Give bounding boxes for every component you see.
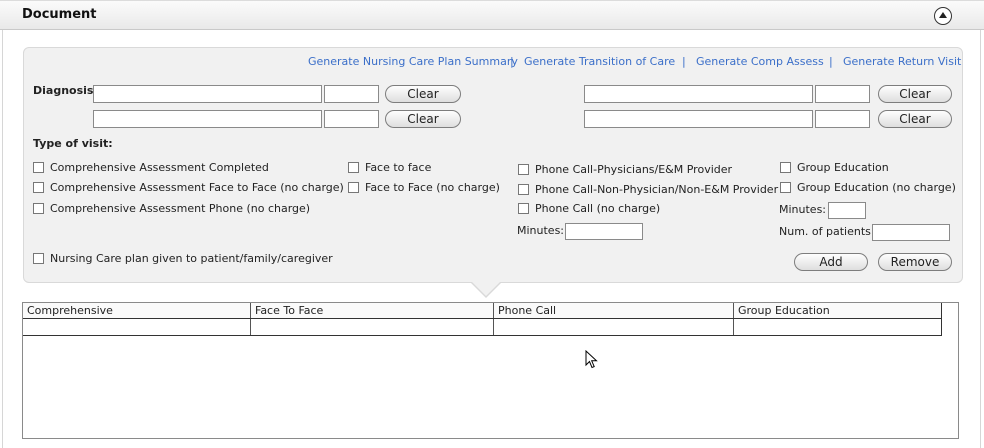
phone-call-no-charge-checkbox[interactable] — [518, 203, 529, 214]
column-header-group-education[interactable]: Group Education — [734, 303, 941, 318]
visit-table: Comprehensive Face To Face Phone Call Gr… — [22, 302, 959, 439]
collapse-section-button[interactable] — [934, 7, 952, 25]
nursing-care-plan-label: Nursing Care plan given to patient/famil… — [50, 252, 333, 265]
face-to-face-checkbox[interactable] — [348, 162, 359, 173]
comprehensive-phone-checkbox[interactable] — [33, 203, 44, 214]
group-education-label: Group Education — [797, 161, 889, 174]
nursing-care-plan-checkbox[interactable] — [33, 253, 44, 264]
clear-diagnosis-2-left-button[interactable]: Clear — [385, 110, 461, 128]
comprehensive-completed-label: Comprehensive Assessment Completed — [50, 161, 269, 174]
group-education-checkbox[interactable] — [780, 162, 791, 173]
generate-return-visit-link[interactable]: Generate Return Visit — [843, 55, 961, 68]
column-header-face-to-face[interactable]: Face To Face — [251, 303, 494, 318]
mouse-cursor-icon — [585, 350, 598, 369]
left-border — [2, 30, 3, 448]
link-separator: | — [682, 55, 686, 68]
diagnosis-2-left-code-input[interactable] — [324, 110, 379, 128]
diagnosis-2-right-input[interactable] — [584, 110, 813, 128]
link-separator: | — [510, 55, 514, 68]
remove-button[interactable]: Remove — [878, 253, 952, 271]
diagnosis-1-left-input[interactable] — [93, 85, 322, 103]
group-minutes-label: Minutes: — [779, 203, 827, 216]
clear-diagnosis-1-right-button[interactable]: Clear — [878, 85, 952, 103]
type-of-visit-label: Type of visit: — [33, 137, 113, 150]
cell-phone-call — [494, 319, 734, 335]
cell-face-to-face — [251, 319, 494, 335]
phone-minutes-label: Minutes: — [517, 224, 565, 237]
table-right-edge — [941, 303, 942, 336]
diagnosis-label: Diagnosis: — [33, 84, 98, 97]
generate-comp-assess-link[interactable]: Generate Comp Assess — [696, 55, 824, 68]
num-patients-input[interactable] — [872, 224, 950, 241]
clear-diagnosis-1-left-button[interactable]: Clear — [385, 85, 461, 103]
comprehensive-phone-label: Comprehensive Assessment Phone (no charg… — [50, 202, 311, 215]
phone-call-non-physician-checkbox[interactable] — [518, 184, 529, 195]
table-header: Comprehensive Face To Face Phone Call Gr… — [23, 303, 941, 319]
clear-diagnosis-2-right-button[interactable]: Clear — [878, 110, 952, 128]
phone-call-physicians-checkbox[interactable] — [518, 164, 529, 175]
num-patients-label: Num. of patients: — [779, 225, 875, 238]
comprehensive-face-checkbox[interactable] — [33, 182, 44, 193]
chevron-up-icon — [939, 12, 947, 18]
diagnosis-1-left-code-input[interactable] — [324, 85, 379, 103]
diagnosis-2-left-input[interactable] — [93, 110, 322, 128]
group-minutes-input[interactable] — [828, 202, 866, 219]
comprehensive-completed-checkbox[interactable] — [33, 162, 44, 173]
face-to-face-label: Face to face — [365, 161, 432, 174]
cell-group-education — [734, 319, 941, 335]
diagnosis-1-right-input[interactable] — [584, 85, 813, 103]
cell-comprehensive — [23, 319, 251, 335]
diagnosis-2-right-code-input[interactable] — [815, 110, 870, 128]
group-education-no-charge-label: Group Education (no charge) — [797, 181, 956, 194]
phone-minutes-input[interactable] — [565, 223, 643, 240]
link-separator: | — [829, 55, 833, 68]
group-education-no-charge-checkbox[interactable] — [780, 182, 791, 193]
phone-call-physicians-label: Phone Call-Physicians/E&M Provider — [535, 163, 733, 176]
add-button[interactable]: Add — [794, 253, 868, 271]
face-to-face-no-charge-checkbox[interactable] — [348, 182, 359, 193]
table-row[interactable] — [23, 319, 941, 336]
phone-call-non-physician-label: Phone Call-Non-Physician/Non-E&M Provide… — [535, 183, 779, 196]
phone-call-no-charge-label: Phone Call (no charge) — [535, 202, 661, 215]
generate-transition-of-care-link[interactable]: Generate Transition of Care — [524, 55, 675, 68]
document-header: Document — [0, 0, 984, 30]
face-to-face-no-charge-label: Face to Face (no charge) — [365, 181, 500, 194]
comprehensive-face-label: Comprehensive Assessment Face to Face (n… — [50, 181, 344, 194]
panel-pointer — [472, 282, 500, 296]
generate-nursing-care-plan-link[interactable]: Generate Nursing Care Plan Summary — [308, 55, 518, 68]
column-header-comprehensive[interactable]: Comprehensive — [23, 303, 251, 318]
diagnosis-1-right-code-input[interactable] — [815, 85, 870, 103]
column-header-phone-call[interactable]: Phone Call — [494, 303, 734, 318]
section-title: Document — [22, 7, 97, 22]
right-border — [980, 30, 981, 448]
